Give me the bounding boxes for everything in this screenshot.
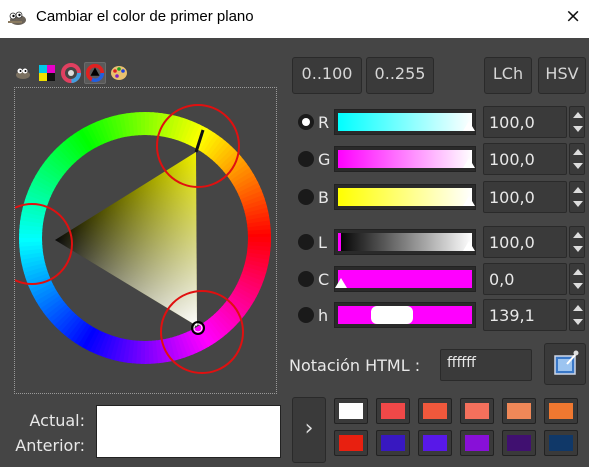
history-swatch[interactable]: [502, 430, 536, 456]
stepper-up-icon[interactable]: [573, 112, 583, 118]
slider-marker: [335, 278, 347, 288]
range-0-255-button[interactable]: 0..255: [366, 57, 434, 94]
hue-ring[interactable]: [15, 88, 278, 395]
channel-c-slider[interactable]: [334, 266, 476, 292]
channel-c-stepper[interactable]: [569, 263, 585, 295]
channel-row-r: R 100,0: [296, 106, 588, 140]
tab-palette[interactable]: [108, 62, 130, 84]
history-swatch[interactable]: [376, 430, 410, 456]
channel-b-label: B: [318, 188, 329, 207]
stepper-up-icon[interactable]: [573, 187, 583, 193]
html-notation-label: Notación HTML :: [289, 356, 421, 375]
history-swatch[interactable]: [460, 398, 494, 424]
history-swatch[interactable]: [418, 398, 452, 424]
stepper-up-icon[interactable]: [573, 269, 583, 275]
color-picker-button[interactable]: [544, 343, 586, 385]
stepper-up-icon[interactable]: [573, 149, 583, 155]
color-triangle-selector[interactable]: [14, 87, 277, 394]
channel-l-input[interactable]: 100,0: [483, 226, 567, 258]
channel-g-stepper[interactable]: [569, 143, 585, 175]
channel-g-radio[interactable]: [298, 151, 314, 167]
html-notation-input[interactable]: ffffff: [440, 349, 532, 381]
channel-h-stepper[interactable]: [569, 299, 585, 331]
range-0-100-button[interactable]: 0..100: [292, 57, 362, 94]
slider-marker: [463, 196, 475, 206]
title-bar: Cambiar el color de primer plano ×: [0, 0, 589, 38]
close-icon[interactable]: ×: [565, 5, 581, 27]
slider-marker: [463, 158, 475, 168]
channel-b-stepper[interactable]: [569, 181, 585, 213]
channel-r-label: R: [318, 113, 330, 132]
history-swatch[interactable]: [544, 430, 578, 456]
stepper-down-icon[interactable]: [573, 163, 583, 169]
cmyk-icon: [39, 65, 55, 81]
stepper-down-icon[interactable]: [573, 126, 583, 132]
channel-h-label: h: [318, 306, 329, 325]
channel-h-radio[interactable]: [298, 307, 314, 323]
slider-marker: [463, 121, 475, 131]
channel-r-slider[interactable]: [334, 109, 476, 135]
tab-color-wheel[interactable]: [60, 62, 82, 84]
color-wheel-icon: [61, 63, 81, 83]
channel-r-radio[interactable]: [298, 114, 314, 130]
channel-l-label: L: [318, 233, 327, 252]
tab-cmyk[interactable]: [36, 62, 58, 84]
palette-icon: [111, 66, 127, 80]
stepper-down-icon[interactable]: [573, 319, 583, 325]
slider-marker: [463, 241, 475, 251]
stepper-down-icon[interactable]: [573, 246, 583, 252]
current-color-swatch: [96, 405, 281, 458]
history-swatch[interactable]: [502, 398, 536, 424]
channel-g-slider[interactable]: [334, 146, 476, 172]
gimp-app-icon: [8, 11, 26, 25]
channel-c-label: C: [318, 270, 330, 289]
hsv-button[interactable]: HSV: [538, 57, 586, 94]
gimp-wilber-icon: [16, 68, 30, 79]
channel-c-radio[interactable]: [298, 271, 314, 287]
history-swatch[interactable]: [544, 398, 578, 424]
lch-button[interactable]: LCh: [484, 57, 532, 94]
channel-r-stepper[interactable]: [569, 106, 585, 138]
stepper-down-icon[interactable]: [573, 283, 583, 289]
channel-row-b: B 100,0: [296, 181, 588, 215]
channel-h-slider[interactable]: [334, 302, 476, 328]
channel-row-l: L 100,0: [296, 226, 588, 260]
tab-triangle-wheel[interactable]: [84, 62, 106, 84]
history-swatch[interactable]: [334, 430, 368, 456]
tab-gimp-selector[interactable]: [12, 62, 34, 84]
channel-b-radio[interactable]: [298, 189, 314, 205]
history-swatch[interactable]: [334, 398, 368, 424]
channel-b-slider[interactable]: [334, 184, 476, 210]
channel-l-slider[interactable]: [334, 229, 476, 255]
eyedropper-icon: [554, 350, 579, 375]
channel-row-c: C 0,0: [296, 263, 588, 297]
channel-l-radio[interactable]: [298, 234, 314, 250]
actual-label: Actual:: [29, 411, 85, 430]
window-title: Cambiar el color de primer plano: [36, 8, 254, 25]
channel-c-input[interactable]: 0,0: [483, 263, 567, 295]
channel-b-input[interactable]: 100,0: [483, 181, 567, 213]
channel-g-input[interactable]: 100,0: [483, 143, 567, 175]
triangle-wheel-icon: [85, 63, 105, 83]
stepper-up-icon[interactable]: [573, 305, 583, 311]
history-swatch[interactable]: [376, 398, 410, 424]
stepper-down-icon[interactable]: [573, 201, 583, 207]
history-swatch[interactable]: [418, 430, 452, 456]
add-to-history-button[interactable]: ›: [292, 397, 326, 463]
channel-row-g: G 100,0: [296, 143, 588, 177]
channel-g-label: G: [318, 150, 331, 169]
anterior-label: Anterior:: [15, 436, 85, 455]
channel-r-input[interactable]: 100,0: [483, 106, 567, 138]
history-swatch[interactable]: [460, 430, 494, 456]
channel-row-h: h 139,1: [296, 299, 588, 333]
stepper-up-icon[interactable]: [573, 232, 583, 238]
channel-l-stepper[interactable]: [569, 226, 585, 258]
channel-h-input[interactable]: 139,1: [483, 299, 567, 331]
slider-marker: [381, 314, 393, 324]
